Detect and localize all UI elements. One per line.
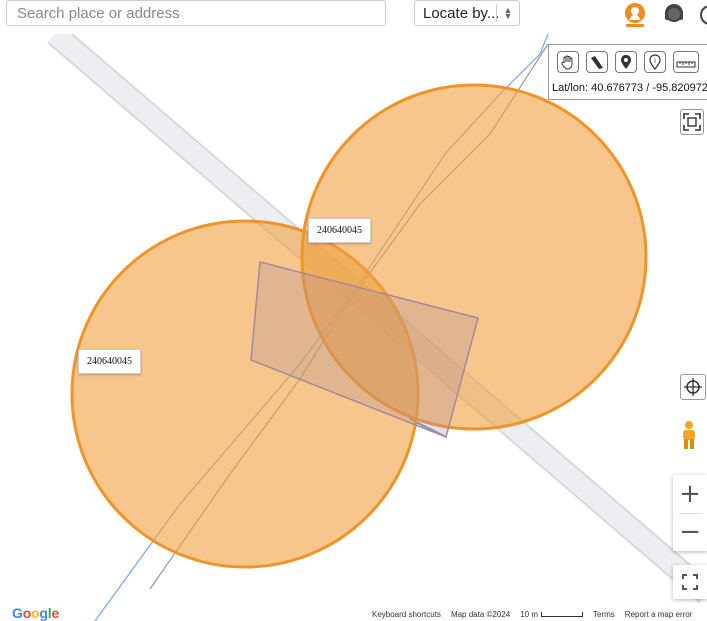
map-data-text: Map data ©2024 xyxy=(450,609,511,619)
latitude-value: 40.676773 xyxy=(591,82,644,94)
longitude-value: -95.820972 xyxy=(652,82,707,94)
measure-tool-button[interactable] xyxy=(586,51,608,73)
pan-hand-button[interactable] xyxy=(557,51,579,73)
latlon-separator: / xyxy=(646,82,650,94)
zoom-in-button[interactable]: + xyxy=(673,475,707,513)
scale-label: 10 m xyxy=(520,609,539,619)
recenter-button[interactable] xyxy=(680,374,706,400)
top-bar: Locate by... ▲▼ xyxy=(0,0,707,34)
map-canvas[interactable]: 240640045 240640045 xyxy=(0,34,707,621)
pegman-icon xyxy=(683,421,695,449)
svg-text:i: i xyxy=(654,57,656,65)
scale-bar xyxy=(541,611,584,617)
help-icon[interactable] xyxy=(698,0,707,30)
place-pin-button[interactable] xyxy=(615,51,637,73)
circle-label-left: 240640045 xyxy=(78,349,141,374)
terms-link[interactable]: Terms xyxy=(593,610,615,619)
my-location-pin-icon[interactable] xyxy=(620,0,650,30)
info-pin-icon: i xyxy=(649,54,661,70)
fit-bounds-button[interactable] xyxy=(680,109,704,135)
crosshair-icon xyxy=(684,378,702,396)
map-footer: Google Keyboard shortcuts Map data ©2024… xyxy=(0,605,707,621)
map-tools-panel: i Lat/lon: 40.676773 / -95.820972 xyxy=(548,44,707,100)
latlon-readout: Lat/lon: 40.676773 / -95.820972 xyxy=(552,82,707,94)
latlon-label: Lat/lon: xyxy=(552,82,589,94)
info-pin-button[interactable]: i xyxy=(644,51,666,73)
google-logo: Google xyxy=(12,605,60,621)
ruler-button[interactable] xyxy=(673,51,699,73)
circle-label-right: 240640045 xyxy=(308,218,371,243)
select-arrows-icon: ▲ ▼ xyxy=(496,4,519,22)
map-attribution: Keyboard shortcuts Map data ©2024 10 m T… xyxy=(370,608,695,620)
report-error-link[interactable]: Report a map error xyxy=(625,610,693,619)
fullscreen-button[interactable] xyxy=(673,565,707,599)
street-view-button[interactable] xyxy=(676,418,702,452)
zoom-out-button[interactable]: − xyxy=(673,513,707,551)
zoom-control: + − xyxy=(673,475,707,551)
map-layers xyxy=(47,34,707,621)
support-headset-icon[interactable] xyxy=(660,0,688,30)
search-input[interactable] xyxy=(6,0,386,26)
ruler-icon xyxy=(676,61,696,68)
locate-by-label: Locate by... xyxy=(423,4,500,22)
place-pin-icon xyxy=(621,55,631,69)
pan-hand-icon xyxy=(561,55,573,70)
measure-tool-icon xyxy=(591,56,603,69)
locate-by-select[interactable]: Locate by... ▲ ▼ xyxy=(414,0,520,26)
fullscreen-icon xyxy=(682,574,698,590)
scale-indicator[interactable]: 10 m xyxy=(520,609,584,619)
fit-bounds-icon xyxy=(683,113,701,131)
keyboard-shortcuts-link[interactable]: Keyboard shortcuts xyxy=(372,610,441,619)
